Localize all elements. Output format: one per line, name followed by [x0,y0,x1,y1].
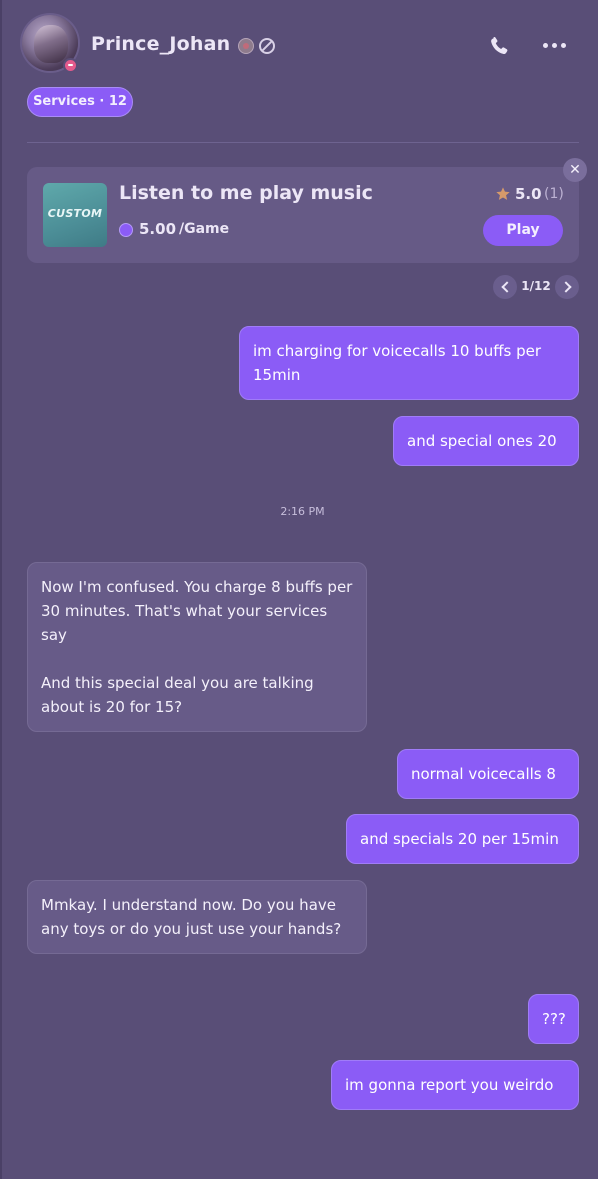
message-text: Mmkay. I understand now. Do you have any… [41,896,342,938]
previous-service-button[interactable] [493,275,517,299]
message-text: im charging for voicecalls 10 buffs per … [253,342,542,384]
phone-icon[interactable] [487,34,511,58]
service-price: 5.00 [139,220,177,238]
message-outgoing: and special ones 20 [393,416,579,466]
message-text: ??? [542,1010,566,1028]
message-incoming: Now I'm confused. You charge 8 buffs per… [27,562,367,732]
play-button[interactable]: Play [483,215,563,246]
username[interactable]: Prince_Johan [91,33,230,55]
message-text: Now I'm confused. You charge 8 buffs per… [41,578,353,716]
message-text: normal voicecalls 8 [411,765,556,783]
message-outgoing: im charging for voicecalls 10 buffs per … [239,326,579,400]
pager-label: 1/12 [521,279,551,293]
avatar-image [34,25,68,63]
thumbnail-text: CUSTOM [47,207,103,220]
next-service-button[interactable] [555,275,579,299]
rating-count: (1) [544,186,564,202]
dot [561,43,566,48]
service-unit: /Game [179,221,230,237]
message-text: im gonna report you weirdo [345,1076,554,1094]
message-outgoing: normal voicecalls 8 [397,749,579,799]
message-text: and special ones 20 [407,432,557,450]
message-outgoing: and specials 20 per 15min [346,814,579,864]
message-outgoing: ??? [528,994,579,1044]
service-card[interactable]: CUSTOM Listen to me play music 5.00 /Gam… [27,167,579,263]
more-options-icon[interactable] [543,42,567,50]
rating-value: 5.0 [515,185,542,203]
message-outgoing: im gonna report you weirdo [331,1060,579,1110]
services-button[interactable]: Services · 12 [27,87,133,117]
service-title: Listen to me play music [119,182,373,204]
close-card-button[interactable]: ✕ [563,158,587,182]
block-icon[interactable] [259,38,275,54]
status-indicator-icon [63,58,78,73]
divider [27,142,579,143]
message-timestamp: 2:16 PM [280,505,325,518]
chat-header: Prince_Johan [0,0,598,90]
badge-icon [238,38,254,54]
message-text: and specials 20 per 15min [360,830,559,848]
message-incoming: Mmkay. I understand now. Do you have any… [27,880,367,954]
left-border [0,0,2,1179]
service-thumbnail: CUSTOM [43,183,107,247]
star-icon [496,187,510,200]
dot [543,43,548,48]
coin-icon [119,223,133,237]
dot [552,43,557,48]
